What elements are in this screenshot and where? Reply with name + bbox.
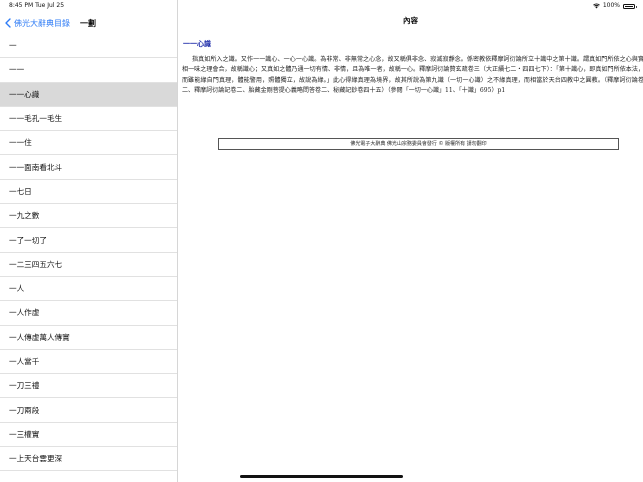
list-item[interactable]: 一人傳虛萬人傳實 [0, 326, 177, 350]
app-window: 8:45 PM Tue Jul 25 100% 佛光大辭典目錄 一劃 一一一 一一… [0, 0, 643, 482]
list-item-label: 一上天台雲更深 [9, 454, 63, 464]
status-date: Tue Jul 25 [35, 2, 65, 9]
back-button-label: 佛光大辭典目錄 [14, 18, 70, 28]
sidebar-title: 一劃 [80, 18, 96, 28]
list-item-label: 一人 [9, 284, 25, 294]
list-item-label: 一一 [9, 65, 25, 75]
list-item[interactable]: 一人當千 [0, 350, 177, 375]
list-item[interactable] [0, 471, 177, 482]
list-item[interactable]: 一一毛孔一毛生 [0, 107, 177, 132]
list-item-label: 一九之數 [9, 211, 40, 221]
list-item-label: 一一面南看北斗 [9, 162, 63, 172]
list-item-label: 一人當千 [9, 357, 40, 366]
battery-percent: 100% [602, 2, 620, 9]
status-time-date: 8:45 PM Tue Jul 25 [9, 0, 64, 12]
content-pane: 內容 一一心識 指真如所入之識。又作一一識心、一心一心識。為非常、非無常之心念，… [178, 0, 643, 482]
entry-heading: 一一心識 [183, 40, 211, 48]
status-time: 8:45 PM [9, 2, 34, 9]
back-button[interactable]: 佛光大辭典目錄 [5, 18, 70, 29]
status-bar: 8:45 PM Tue Jul 25 100% [0, 0, 643, 12]
list-item[interactable]: 一七日 [0, 180, 177, 205]
list-item-label: 一人傳虛萬人傳實 [9, 332, 70, 342]
list-item-label: 一了一切了 [9, 235, 47, 245]
entry-body: 指真如所入之識。又作一一識心、一心一心識。為非常、非無常之心念，故又稱俱非念、寂… [182, 56, 643, 94]
list-item[interactable]: 一一面南看北斗 [0, 155, 177, 180]
list-item-label: 一人作虛 [9, 308, 40, 318]
content-title: 內容 [403, 16, 418, 25]
list-item-label: 一三權實 [9, 429, 40, 439]
list-item[interactable]: 一刀兩段 [0, 398, 177, 423]
list-item-label: 一二三四五六七 [9, 259, 63, 269]
battery-icon [623, 3, 637, 9]
list-item-label: 一一住 [9, 138, 32, 148]
list-item-label: 一七日 [9, 186, 32, 196]
sidebar: 佛光大辭典目錄 一劃 一一一 一一心識 一一毛孔一毛生 一一住 一一面南看北斗 一七日 一九… [0, 0, 178, 482]
term-list: 一一一 一一心識 一一毛孔一毛生 一一住 一一面南看北斗 一七日 一九之數 一了一切了 一二三四… [0, 34, 177, 482]
list-item[interactable]: 一了一切了 [0, 228, 177, 253]
list-item[interactable]: 一人 [0, 277, 177, 302]
list-item[interactable]: 一二三四五六七 [0, 253, 177, 277]
home-indicator[interactable] [240, 475, 403, 478]
list-item[interactable]: 一刀三禮 [0, 374, 177, 399]
list-item-label: 一刀兩段 [9, 405, 40, 415]
list-item-label: 一一毛孔一毛生 [9, 114, 63, 124]
copyright-notice: 佛光電子大辭典 佛光山宗務委員會發行 © 版權所有 請勿翻印 [218, 138, 619, 150]
list-item[interactable]: 一三權實 [0, 423, 177, 448]
list-item-label: 一一心識 [9, 89, 40, 99]
list-item[interactable]: 一 [0, 34, 177, 59]
list-item[interactable]: 一九之數 [0, 204, 177, 229]
list-item-label: 一 [9, 41, 17, 51]
list-item[interactable]: 一一 [0, 58, 177, 83]
list-item[interactable]: 一一心識 [0, 82, 177, 107]
list-item[interactable]: 一上天台雲更深 [0, 447, 177, 472]
list-item[interactable]: 一人作虛 [0, 301, 177, 326]
wifi-icon [592, 3, 600, 9]
chevron-left-icon [5, 18, 11, 28]
list-item[interactable]: 一一住 [0, 131, 177, 156]
list-item-label: 一刀三禮 [9, 381, 40, 391]
status-right: 100% [592, 0, 637, 12]
sidebar-navbar: 佛光大辭典目錄 一劃 [0, 12, 177, 34]
